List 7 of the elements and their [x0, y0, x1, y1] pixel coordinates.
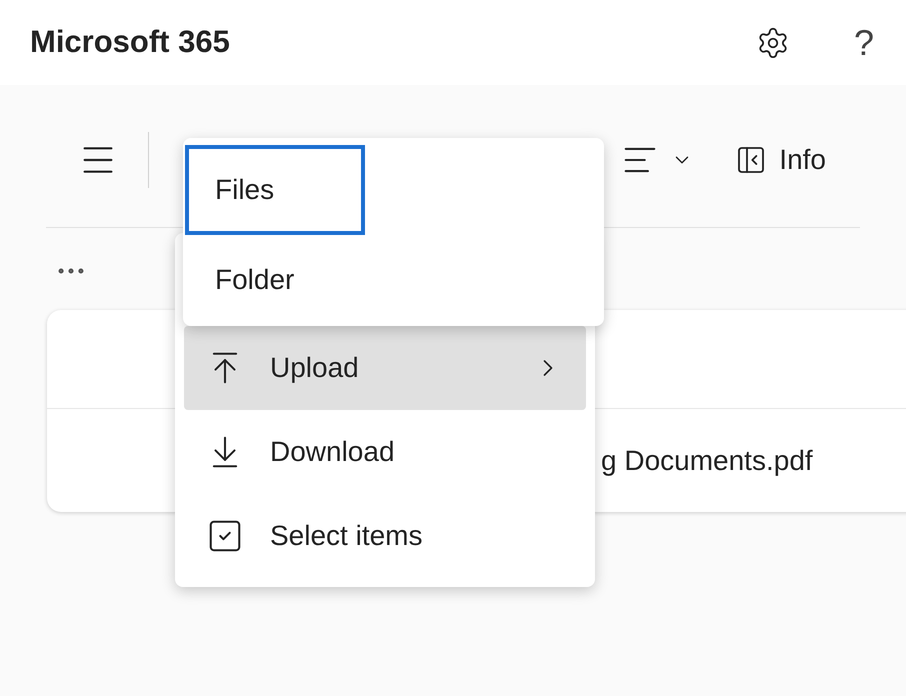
submenu-item[interactable]: Files — [185, 145, 365, 235]
menu-item[interactable]: Upload — [184, 326, 586, 410]
help-button[interactable]: ? — [854, 24, 874, 60]
app-title: Microsoft 365 — [30, 23, 230, 62]
info-button[interactable]: Info — [735, 139, 826, 181]
file-name[interactable]: g Documents.pdf — [601, 440, 813, 482]
submenu-item[interactable]: Folder — [185, 235, 365, 325]
